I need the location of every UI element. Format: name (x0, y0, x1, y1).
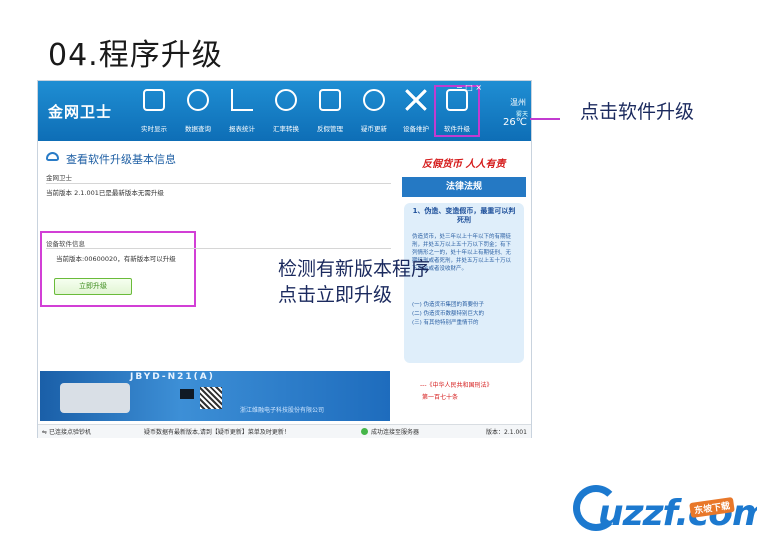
toolbar-item-report[interactable]: 报表统计 (222, 87, 262, 139)
toolbar-label: 实时显示 (141, 125, 167, 133)
annotation-line: 点击立即升级 (278, 284, 393, 306)
weather-city: 温州 (510, 98, 526, 107)
toolbar-label: 反假管理 (317, 125, 343, 133)
annotation-click-upgrade: 点击软件升级 (580, 101, 695, 123)
law-heading: 1、伪造、变造假币，最重可以判死刑 (412, 207, 516, 224)
connection-ok-icon (361, 428, 368, 435)
app-logo: 金网卫士 (48, 103, 113, 121)
toolbar-item-query[interactable]: 数据查询 (178, 87, 218, 139)
monitor-icon (143, 89, 165, 111)
machine-display-image (180, 389, 194, 399)
window-controls[interactable]: − □ × (456, 83, 482, 92)
search-icon (187, 89, 209, 111)
list-item: (三) 有其他特别严重情节的 (412, 320, 479, 326)
banner-model: JBYD-N21(A) (130, 372, 215, 382)
toolbar-label: 报表统计 (229, 125, 255, 133)
toolbar-item-realtime[interactable]: 实时显示 (134, 87, 174, 139)
law-source: ---《中华人民共和国刑法》 (420, 382, 493, 389)
device-version-status: 当前版本:00600020，有新版本可以升级 (56, 255, 176, 263)
update-notice: 疑币数据有最新版本,请到【疑币更新】菜单及时更新！ (144, 429, 290, 436)
product-banner[interactable]: JBYD-N21(A) 浙江维融电子科技股份有限公司 (40, 371, 390, 421)
ad-slogan: 反假货币 人人有责 (422, 159, 506, 170)
slide-title: 04.程序升级 (48, 38, 223, 73)
qr-code-icon (200, 387, 222, 409)
server-status: 成功连接至服务器 (371, 429, 420, 436)
currency-exchange-icon (275, 89, 297, 111)
law-article: 第一百七十条 (422, 394, 459, 401)
usb-status-text: 已连接点验钞机 (48, 429, 91, 436)
toolbar-item-suspect-update[interactable]: 疑币更新 (354, 87, 394, 139)
annotation-line: 检测有新版本程序 (278, 258, 431, 280)
toolbar-item-maintenance[interactable]: 设备维护 (396, 87, 436, 139)
product-name: 金网卫士 (46, 174, 72, 182)
list-item: (二) 伪造货币数额特别巨大的 (412, 311, 485, 317)
software-version-status: 当前版本 2.1.001已是最新版本无需升级 (46, 189, 164, 197)
chart-icon (231, 89, 253, 111)
toolbar-label: 设备维护 (403, 125, 429, 133)
toolbar: 金网卫士 实时显示 数据查询 报表统计 汇率转换 反假管理 疑币更新 设备维护 (38, 81, 531, 141)
usb-status: ⇋ 已连接点验钞机 (42, 429, 91, 436)
tools-icon (405, 89, 427, 111)
anti-counterfeit-icon (319, 89, 341, 111)
banner-company: 浙江维融电子科技股份有限公司 (240, 407, 325, 414)
annotation-pointer (530, 118, 560, 120)
cloud-upload-icon (46, 152, 59, 161)
divider (46, 183, 391, 184)
upgrade-highlight-box (434, 85, 480, 137)
toolbar-item-exchange[interactable]: 汇率转换 (266, 87, 306, 139)
toolbar-label: 数据查询 (185, 125, 211, 133)
status-bar: ⇋ 已连接点验钞机 疑币数据有最新版本,请到【疑币更新】菜单及时更新！ 成功连接… (38, 424, 531, 438)
version-label: 版本：2.1.001 (486, 429, 527, 436)
toolbar-label: 疑币更新 (361, 125, 387, 133)
toolbar-item-anti-fake[interactable]: 反假管理 (310, 87, 350, 139)
law-ad-panel: 反假货币 人人有责 法律法规 1、伪造、变造假币，最重可以判死刑 伪造货币，处三… (398, 149, 528, 363)
law-banner: 法律法规 (402, 177, 526, 197)
toolbar-label: 汇率转换 (273, 125, 299, 133)
upgrade-now-button[interactable]: 立即升级 (54, 278, 132, 295)
divider (46, 248, 391, 249)
counting-machine-image (60, 383, 130, 413)
annotation-detect-upgrade: 检测有新版本程序 点击立即升级 (278, 256, 430, 308)
weather-temperature: 26℃ (503, 117, 527, 128)
device-section-title: 设备软件信息 (46, 240, 85, 248)
software-upgrade-section-title: 查看软件升级基本信息 (66, 153, 176, 166)
update-icon (363, 89, 385, 111)
